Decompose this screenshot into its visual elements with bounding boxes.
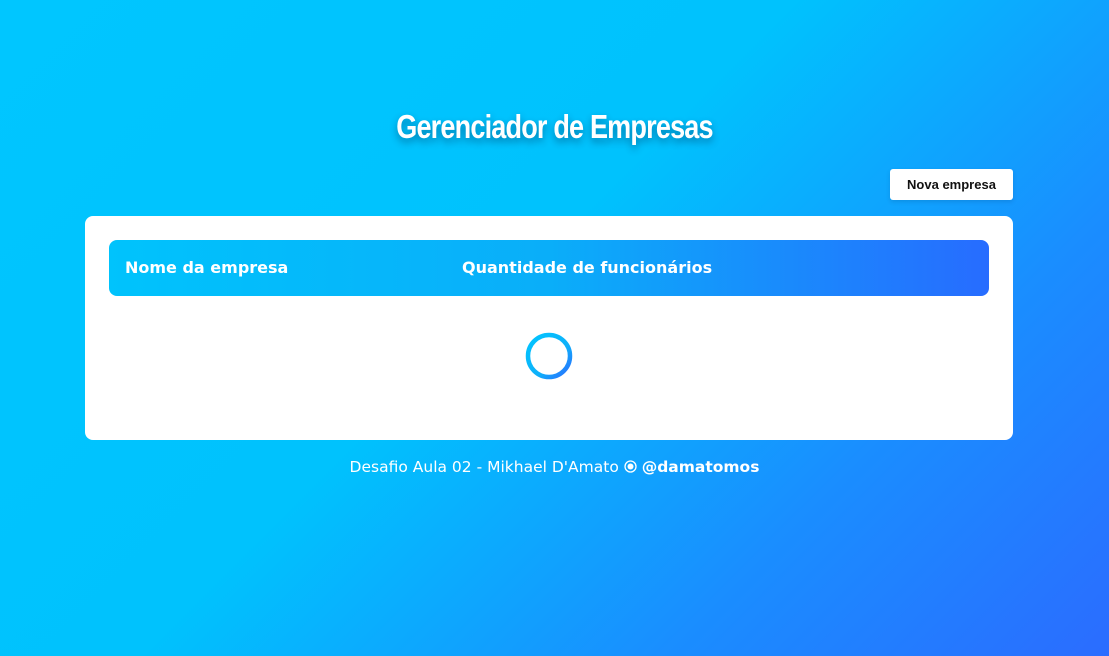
column-header-company-name: Nome da empresa — [125, 258, 289, 277]
app-page: { "header": { "title": "Gerenciador de E… — [0, 0, 1109, 656]
footer-handle-link[interactable]: @damatomos — [642, 458, 760, 476]
instagram-icon — [624, 458, 642, 476]
footer-text: Desafio Aula 02 - Mikhael D'Amato — [349, 458, 619, 476]
table-header: Nome da empresa Quantidade de funcionári… — [109, 240, 989, 296]
companies-card: Nome da empresa Quantidade de funcionári… — [85, 216, 1013, 440]
footer: Desafio Aula 02 - Mikhael D'Amato @damat… — [0, 458, 1109, 476]
loading-spinner-icon — [525, 332, 573, 380]
new-company-button[interactable]: Nova empresa — [890, 169, 1013, 200]
column-header-employee-count: Quantidade de funcionários — [462, 258, 713, 277]
page-title: Gerenciador de Empresas — [396, 108, 713, 145]
